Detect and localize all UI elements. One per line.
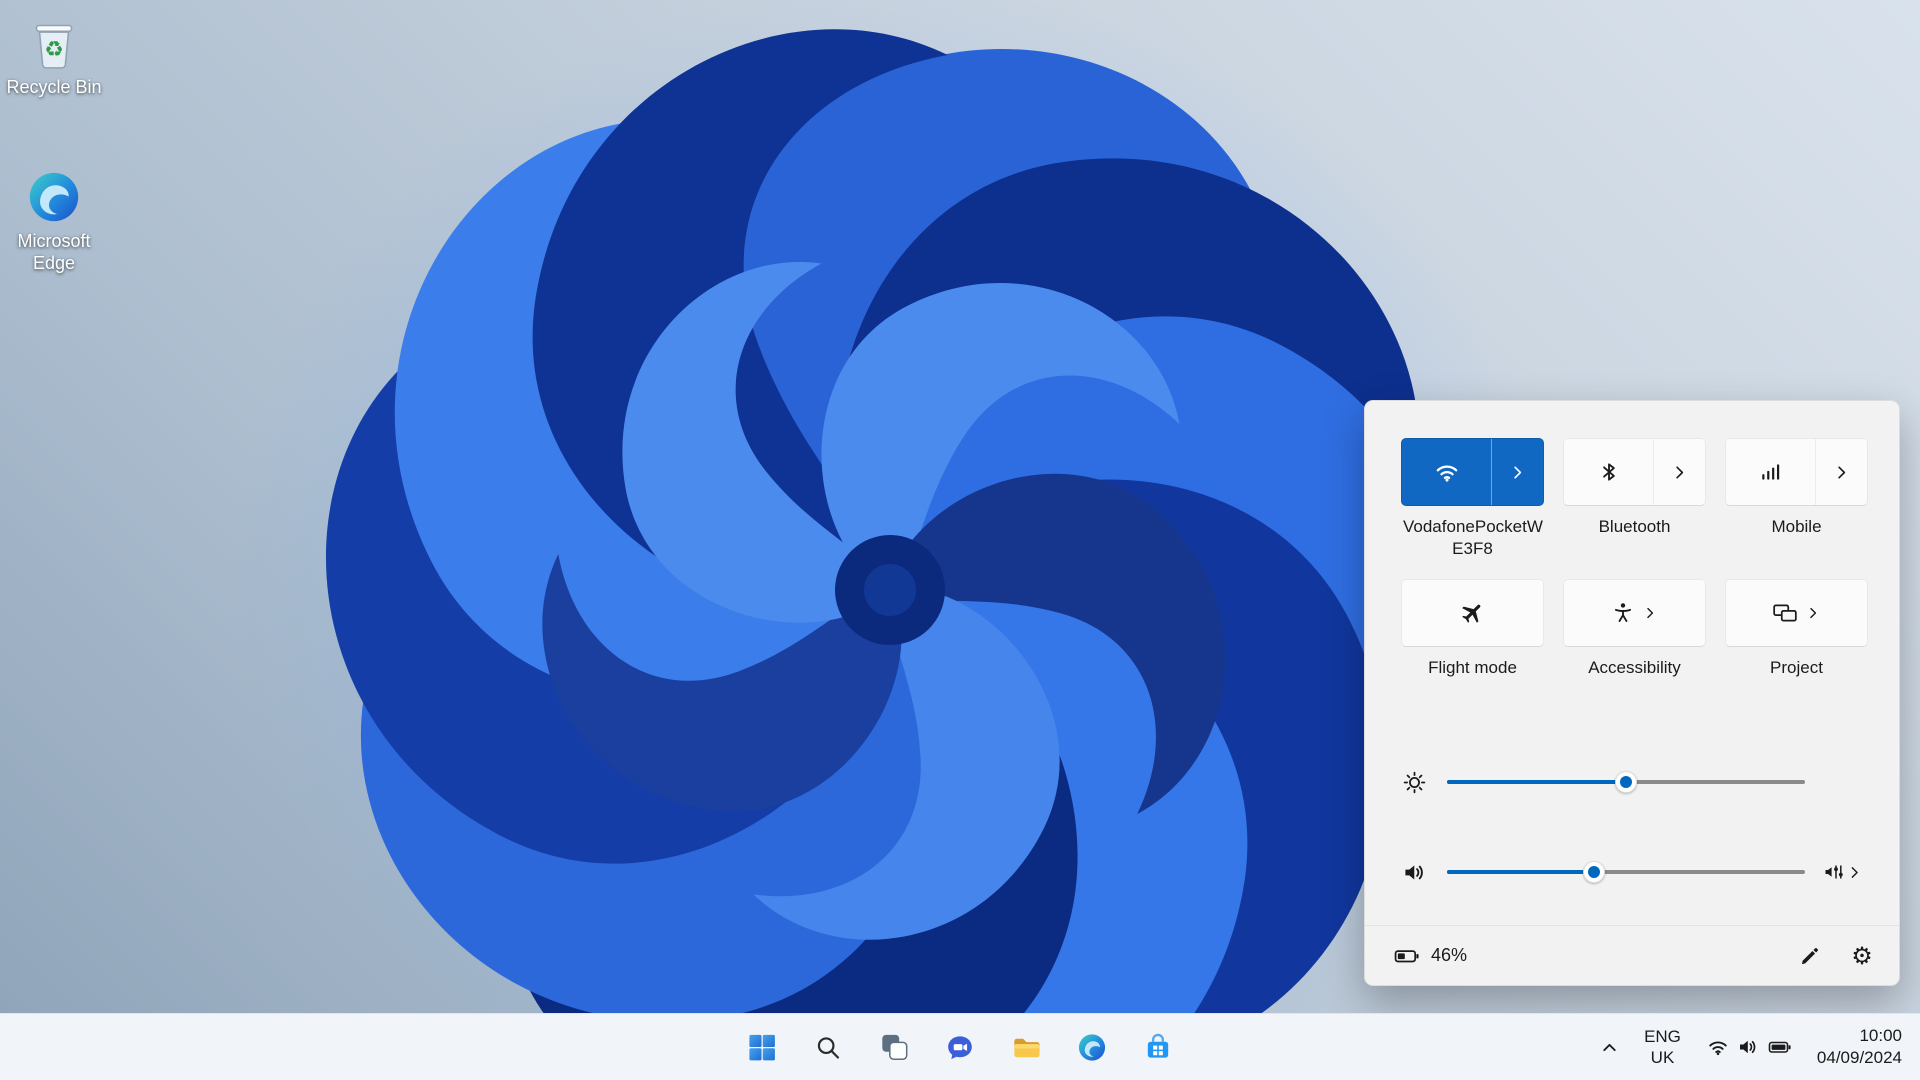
battery-icon (1393, 944, 1421, 968)
edge-logo-icon (1077, 1032, 1108, 1063)
recycle-bin-icon: ♻ (25, 14, 83, 72)
audio-output-mixer-icon (1822, 860, 1846, 884)
taskbar-language-button[interactable]: ENG UK (1634, 1024, 1691, 1071)
flight-mode-label: Flight mode (1401, 647, 1544, 697)
accessibility-person-icon (1611, 601, 1635, 625)
edge-logo-icon (25, 168, 83, 226)
mobile-toggle-button[interactable] (1726, 439, 1815, 505)
quick-settings-tile-grid: VodafonePocketW E3F8 Bluetooth Mobile (1365, 401, 1899, 697)
chevron-right-icon (1846, 864, 1863, 881)
mobile-tile-label: Mobile (1725, 506, 1868, 579)
desktop-icon-microsoft-edge[interactable]: Microsoft Edge (4, 168, 104, 274)
task-view-icon (879, 1032, 909, 1062)
accessibility-label: Accessibility (1563, 647, 1706, 697)
accessibility-button[interactable] (1563, 579, 1706, 647)
language-region: UK (1651, 1047, 1675, 1068)
wifi-tray-icon (1707, 1036, 1729, 1058)
windows-desktop: { "desktop": { "icons": [ { "label": "Re… (0, 0, 1920, 1080)
battery-tray-icon (1767, 1036, 1793, 1058)
wifi-tile (1401, 438, 1544, 506)
taskbar-tray: ENG UK 10:00 04/09/2024 (1592, 1014, 1910, 1080)
settings-button[interactable]: ⚙ (1841, 936, 1883, 976)
chat-bubble-icon (945, 1032, 976, 1063)
desktop-icon-label: Recycle Bin (4, 77, 104, 99)
project-screens-icon (1772, 601, 1798, 625)
chevron-right-icon (1508, 463, 1527, 482)
volume-speaker-icon (1401, 860, 1427, 885)
chevron-right-icon (1805, 605, 1821, 621)
start-button[interactable] (739, 1024, 786, 1071)
volume-slider[interactable] (1447, 861, 1805, 883)
edit-quick-settings-button[interactable] (1789, 936, 1831, 976)
bluetooth-expand-button[interactable] (1653, 439, 1705, 505)
volume-slider-thumb[interactable] (1583, 861, 1605, 883)
taskbar-status-button[interactable] (1699, 1030, 1801, 1064)
search-icon (814, 1033, 843, 1062)
brightness-slider-thumb[interactable] (1615, 771, 1637, 793)
pencil-icon (1799, 945, 1821, 967)
brightness-slider-fill (1447, 780, 1626, 784)
battery-status: 46% (1393, 944, 1467, 968)
folder-icon (1011, 1032, 1042, 1063)
quick-settings-panel: VodafonePocketW E3F8 Bluetooth Mobile (1364, 400, 1900, 986)
mobile-tile (1725, 438, 1868, 506)
flight-mode-button[interactable] (1401, 579, 1544, 647)
file-explorer-button[interactable] (1003, 1024, 1050, 1071)
bluetooth-toggle-button[interactable] (1564, 439, 1653, 505)
task-view-button[interactable] (871, 1024, 918, 1071)
chat-button[interactable] (937, 1024, 984, 1071)
wifi-icon (1434, 459, 1460, 485)
speaker-tray-icon (1737, 1036, 1759, 1058)
volume-row (1401, 837, 1863, 907)
brightness-slider[interactable] (1447, 771, 1805, 793)
windows-logo-icon (747, 1032, 778, 1063)
clock-date: 04/09/2024 (1817, 1047, 1902, 1069)
chevron-up-icon (1599, 1037, 1620, 1058)
show-hidden-icons-button[interactable] (1592, 1025, 1626, 1069)
wifi-expand-button[interactable] (1491, 439, 1543, 505)
battery-percent-label: 46% (1431, 945, 1467, 966)
language-code: ENG (1644, 1026, 1681, 1047)
edge-button[interactable] (1069, 1024, 1116, 1071)
volume-slider-fill (1447, 870, 1594, 874)
bluetooth-tile (1563, 438, 1706, 506)
mobile-expand-button[interactable] (1815, 439, 1867, 505)
chevron-right-icon (1832, 463, 1851, 482)
taskbar-app-icons (739, 1014, 1182, 1080)
bluetooth-tile-label: Bluetooth (1563, 506, 1706, 579)
wifi-tile-label: VodafonePocketW E3F8 (1401, 506, 1544, 579)
airplane-icon (1460, 600, 1485, 625)
search-button[interactable] (805, 1024, 852, 1071)
wifi-toggle-button[interactable] (1402, 439, 1491, 505)
brightness-sun-icon (1401, 770, 1427, 795)
taskbar-clock[interactable]: 10:00 04/09/2024 (1809, 1023, 1910, 1071)
cellular-signal-icon (1759, 460, 1783, 484)
chevron-right-icon (1670, 463, 1689, 482)
taskbar: ENG UK 10:00 04/09/2024 (0, 1013, 1920, 1080)
brightness-row (1401, 747, 1863, 817)
store-bag-icon (1143, 1032, 1174, 1063)
desktop-icon-recycle-bin[interactable]: ♻ Recycle Bin (4, 14, 104, 99)
gear-icon: ⚙ (1851, 944, 1873, 968)
project-button[interactable] (1725, 579, 1868, 647)
microsoft-store-button[interactable] (1135, 1024, 1182, 1071)
desktop-icon-label: Microsoft Edge (4, 231, 104, 274)
project-label: Project (1725, 647, 1868, 697)
quick-settings-sliders (1365, 747, 1899, 907)
chevron-right-icon (1642, 605, 1658, 621)
select-audio-output-button[interactable] (1822, 860, 1863, 884)
quick-settings-bottom-bar: 46% ⚙ (1365, 925, 1899, 985)
svg-text:♻: ♻ (44, 37, 63, 62)
bluetooth-icon (1597, 460, 1621, 484)
clock-time: 10:00 (1859, 1025, 1902, 1047)
